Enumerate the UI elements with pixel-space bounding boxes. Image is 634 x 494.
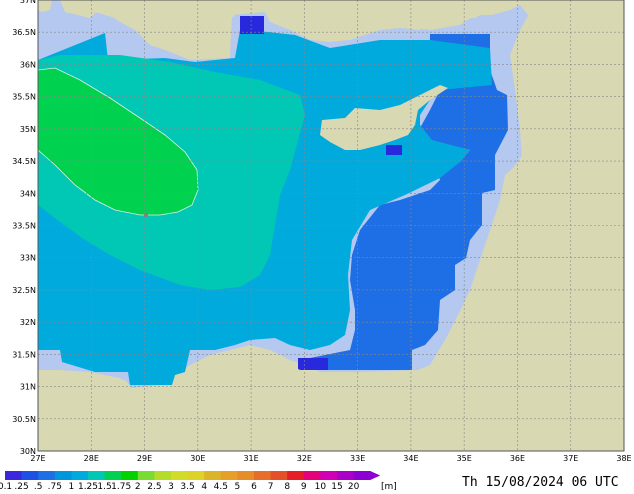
legend-unit: [m] bbox=[381, 482, 397, 490]
colorbar-tick-label: 20 bbox=[348, 482, 360, 490]
colorbar-tick-label: 2.5 bbox=[147, 482, 161, 490]
longitude-tick-label: 31E bbox=[243, 454, 258, 463]
colorbar-swatch bbox=[237, 471, 255, 480]
colorbar-tick-label: 9 bbox=[301, 482, 307, 490]
colorbar-tick-label: 8 bbox=[284, 482, 290, 490]
colorbar-tick-label: .5 bbox=[34, 482, 43, 490]
colorbar-tick-label: 3.5 bbox=[180, 482, 194, 490]
longitude-tick-label: 29E bbox=[137, 454, 152, 463]
colorbar-tick-label: 5 bbox=[235, 482, 241, 490]
longitude-tick-label: 38E bbox=[616, 454, 631, 463]
longitude-axis: 27E 28E 29E 30E 31E 32E 33E 34E 35E 36E 37E 38E bbox=[30, 454, 631, 463]
colorbar-tick-label: 4 bbox=[201, 482, 207, 490]
colorbar-swatch bbox=[303, 471, 321, 480]
colorbar-tick-label: 1.75 bbox=[111, 482, 131, 490]
longitude-tick-label: 30E bbox=[190, 454, 205, 463]
colorbar-swatch bbox=[38, 471, 56, 480]
colorbar-swatch bbox=[337, 471, 354, 480]
colorbar-tick-label: 3 bbox=[168, 482, 174, 490]
latitude-tick-label: 30.5N bbox=[12, 415, 36, 424]
latitude-tick-label: 33N bbox=[20, 254, 36, 263]
colorbar-swatch bbox=[220, 471, 238, 480]
colorbar-swatch bbox=[137, 471, 155, 480]
sea-darkblue-patch bbox=[298, 358, 328, 370]
valid-time-label: Th 15/08/2024 06 UTC bbox=[462, 475, 619, 490]
colorbar-extend-arrow bbox=[370, 471, 381, 480]
latitude-tick-label: 35.5N bbox=[12, 93, 36, 102]
latitude-tick-label: 31.5N bbox=[12, 350, 36, 359]
colorbar-legend: 0.1.25 .5 .75 1 1.25 1.5 1.75 2 2.5 3 3.5 4 4.5 5 6 7 8 9… bbox=[0, 471, 381, 492]
latitude-tick-label: 34.5N bbox=[12, 157, 36, 166]
colorbar-swatch bbox=[71, 471, 89, 480]
colorbar-tick-label: 10 bbox=[315, 482, 327, 490]
colorbar-swatch bbox=[5, 471, 22, 480]
colorbar-swatch bbox=[320, 471, 338, 480]
colorbar-tick-label: .25 bbox=[14, 482, 28, 490]
latitude-tick-label: 32N bbox=[20, 318, 36, 327]
sea-darkblue-patch bbox=[386, 145, 402, 155]
latitude-tick-label: 31N bbox=[20, 383, 36, 392]
map-svg: 37N 36.5N 36N 35.5N 35N 34.5N 34N 33.5N 33N 32.5N… bbox=[0, 0, 632, 492]
longitude-tick-label: 35E bbox=[457, 454, 472, 463]
colorbar-swatch bbox=[187, 471, 205, 480]
colorbar-swatch bbox=[21, 471, 39, 480]
island-marker bbox=[144, 213, 148, 217]
colorbar-swatch bbox=[171, 471, 188, 480]
colorbar-tick-label: 6 bbox=[251, 482, 257, 490]
latitude-tick-label: 35N bbox=[20, 125, 36, 134]
colorbar-swatch bbox=[154, 471, 172, 480]
colorbar-swatch bbox=[88, 471, 105, 480]
colorbar-tick-label: 1.5 bbox=[97, 482, 111, 490]
longitude-tick-label: 36E bbox=[510, 454, 525, 463]
latitude-tick-label: 36.5N bbox=[12, 28, 36, 37]
colorbar-swatch bbox=[353, 471, 371, 480]
colorbar-swatch bbox=[254, 471, 271, 480]
colorbar-swatch bbox=[204, 471, 222, 480]
latitude-tick-label: 36N bbox=[20, 60, 36, 69]
colorbar-swatch bbox=[287, 471, 305, 480]
colorbar-tick-label: .75 bbox=[48, 482, 62, 490]
latitude-tick-label: 34N bbox=[20, 189, 36, 198]
colorbar-tick-label: 4.5 bbox=[214, 482, 228, 490]
longitude-tick-label: 34E bbox=[403, 454, 418, 463]
colorbar-tick-label: 15 bbox=[331, 482, 342, 490]
colorbar-swatch bbox=[54, 471, 72, 480]
wave-height-map-figure: 37N 36.5N 36N 35.5N 35N 34.5N 34N 33.5N 33N 32.5N… bbox=[0, 0, 634, 492]
longitude-tick-label: 33E bbox=[350, 454, 365, 463]
sea-darkblue-patch bbox=[240, 16, 264, 34]
colorbar-swatch bbox=[121, 471, 139, 480]
latitude-tick-label: 33.5N bbox=[12, 222, 36, 231]
latitude-tick-label: 32.5N bbox=[12, 286, 36, 295]
longitude-tick-label: 28E bbox=[84, 454, 99, 463]
latitude-axis: 37N 36.5N 36N 35.5N 35N 34.5N 34N 33.5N 33N 32.5N… bbox=[12, 0, 36, 456]
longitude-tick-label: 27E bbox=[30, 454, 45, 463]
colorbar-tick-label: 1 bbox=[69, 482, 75, 490]
colorbar-tick-label: 2 bbox=[135, 482, 141, 490]
colorbar-swatch bbox=[104, 471, 122, 480]
colorbar-tick-label: 7 bbox=[268, 482, 274, 490]
longitude-tick-label: 37E bbox=[563, 454, 578, 463]
colorbar-tick-label: 0.1 bbox=[0, 482, 12, 490]
colorbar-swatch bbox=[270, 471, 288, 480]
longitude-tick-label: 32E bbox=[297, 454, 312, 463]
latitude-tick-label: 37N bbox=[20, 0, 36, 5]
colorbar-tick-label: 1.25 bbox=[78, 482, 98, 490]
